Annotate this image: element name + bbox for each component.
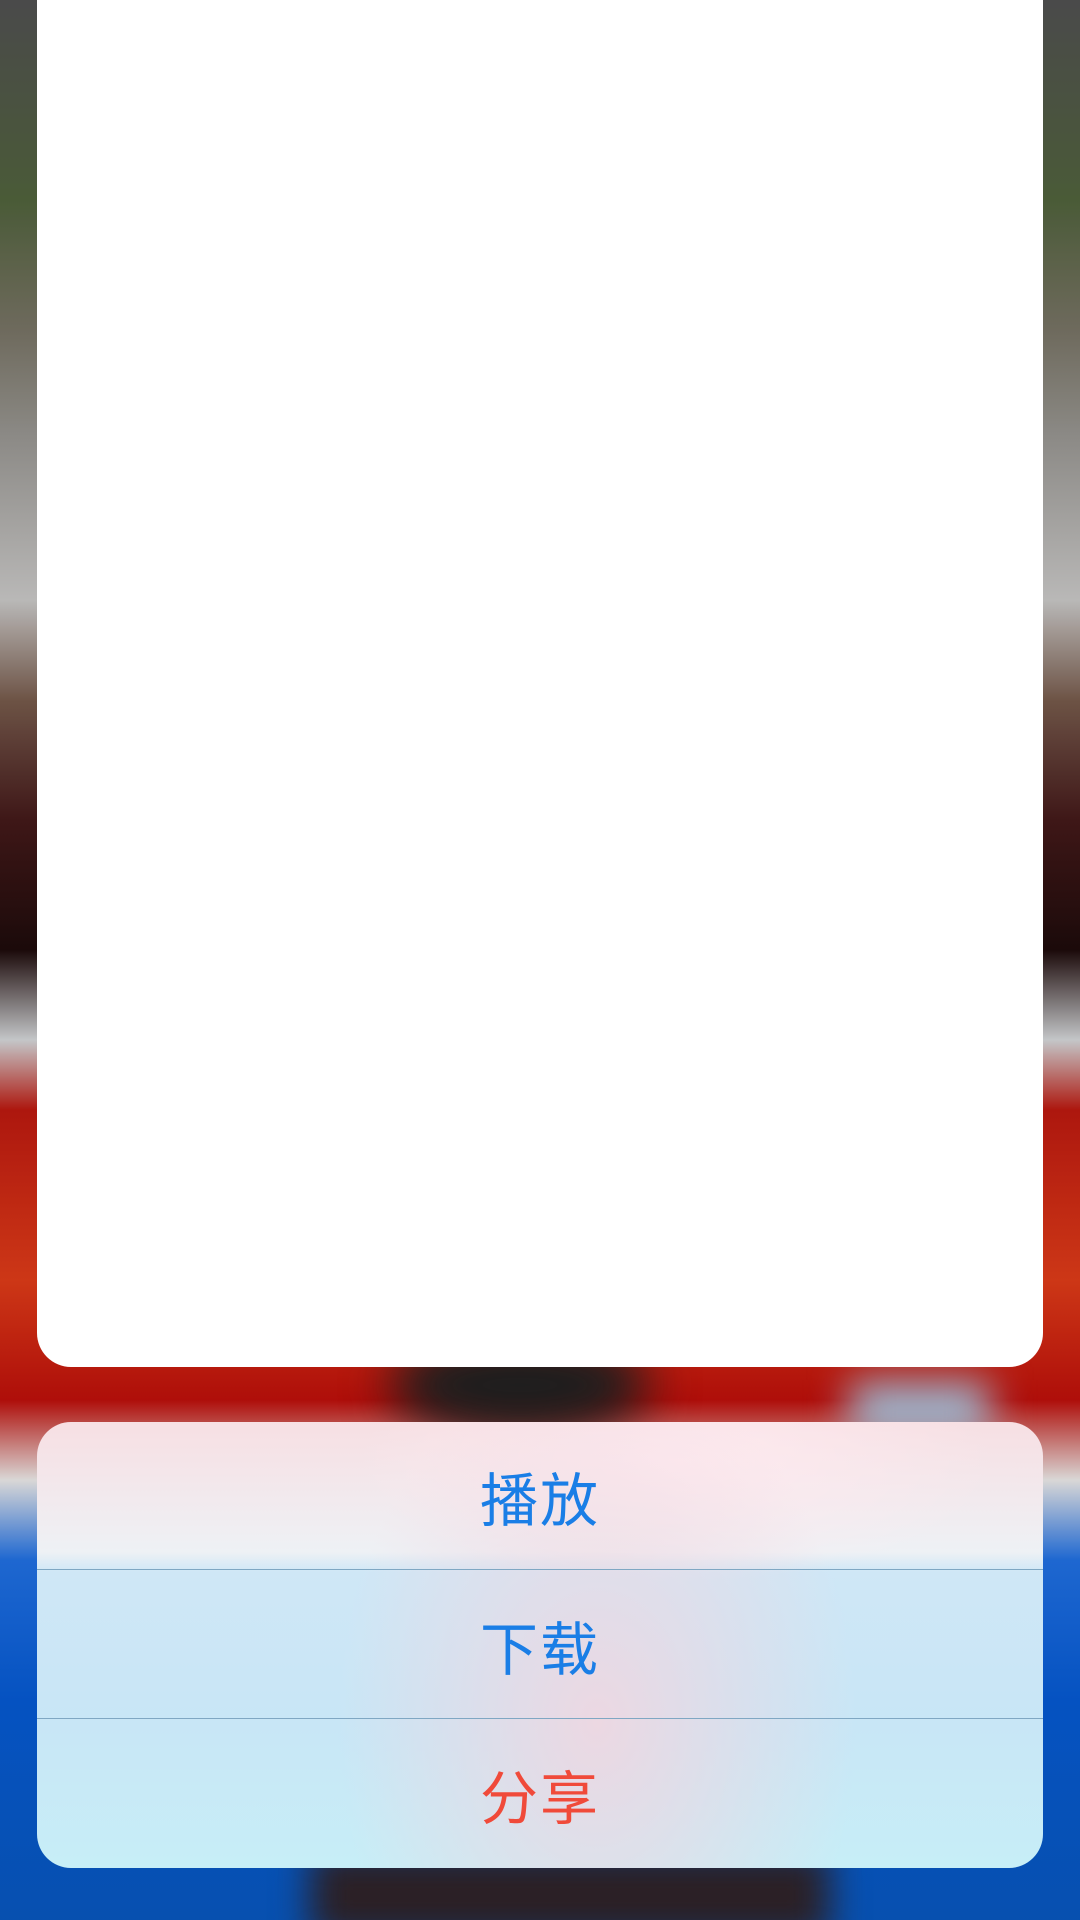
share-button[interactable]: 分享 [37, 1720, 1043, 1868]
separator [37, 1718, 1043, 1719]
play-button[interactable]: 播放 [37, 1422, 1043, 1570]
download-button[interactable]: 下载 [37, 1571, 1043, 1719]
peek-preview-card[interactable] [37, 0, 1043, 1367]
action-sheet: 播放 下载 分享 [37, 1422, 1043, 1868]
separator [37, 1569, 1043, 1570]
